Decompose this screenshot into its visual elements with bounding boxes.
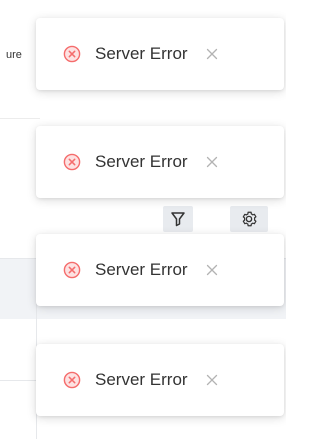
gear-icon [242, 211, 257, 227]
toast-message: Server Error [95, 44, 188, 63]
filter-icon [171, 212, 185, 227]
divider [0, 118, 40, 119]
close-icon[interactable] [204, 262, 220, 278]
error-toast: Server Error [36, 18, 284, 90]
settings-button[interactable] [230, 206, 268, 232]
screen: ure Server Error Server Error Server Err… [0, 0, 286, 439]
toast-message: Server Error [95, 260, 188, 279]
error-circle-icon [62, 370, 82, 390]
close-icon[interactable] [204, 372, 220, 388]
divider [0, 380, 36, 381]
error-circle-icon [62, 260, 82, 280]
error-circle-icon [62, 44, 82, 64]
error-toast: Server Error [36, 234, 284, 306]
toast-message: Server Error [95, 370, 188, 389]
filter-button[interactable] [163, 206, 193, 232]
toast-message: Server Error [95, 152, 188, 171]
close-icon[interactable] [204, 154, 220, 170]
error-toast: Server Error [36, 126, 284, 198]
error-toast: Server Error [36, 344, 284, 416]
background-truncated-label: ure [6, 49, 22, 61]
error-circle-icon [62, 152, 82, 172]
close-icon[interactable] [204, 46, 220, 62]
